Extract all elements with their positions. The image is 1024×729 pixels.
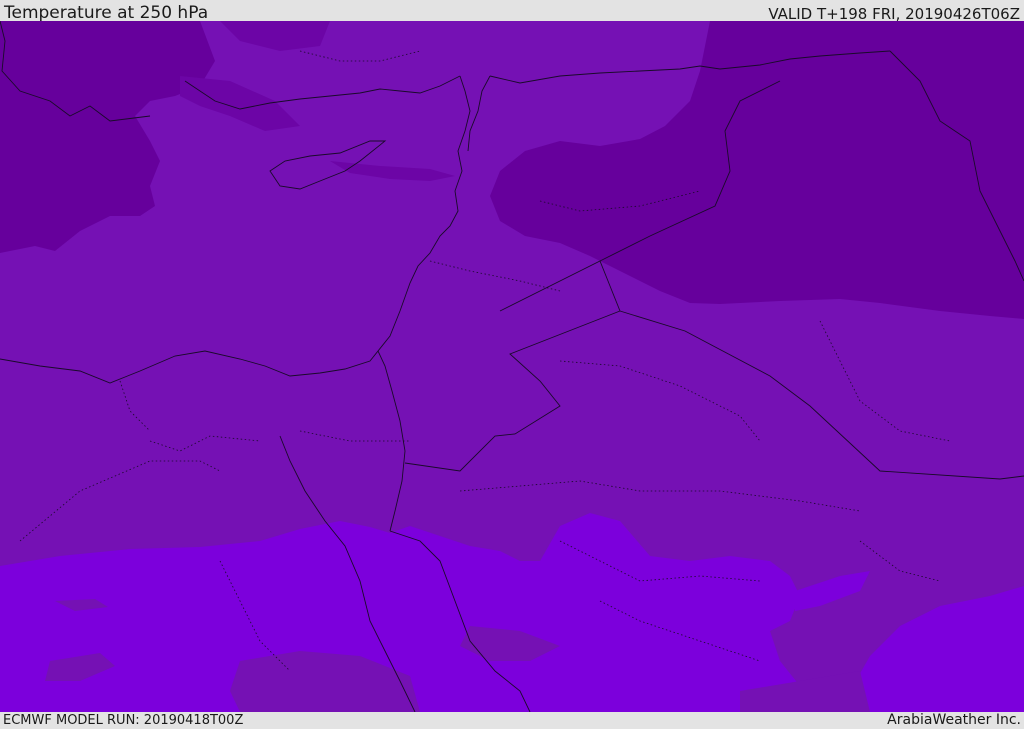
temperature-map	[0, 21, 1024, 712]
map-title: Temperature at 250 hPa	[4, 3, 209, 23]
map-area[interactable]	[0, 21, 1024, 712]
footer-bar: ECMWF MODEL RUN: 20190418T00Z ArabiaWeat…	[0, 712, 1024, 729]
model-run-label: ECMWF MODEL RUN: 20190418T00Z	[3, 713, 244, 728]
header-bar: Temperature at 250 hPa VALID T+198 FRI, …	[0, 0, 1024, 23]
credit-label: ArabiaWeather Inc.	[887, 712, 1021, 728]
